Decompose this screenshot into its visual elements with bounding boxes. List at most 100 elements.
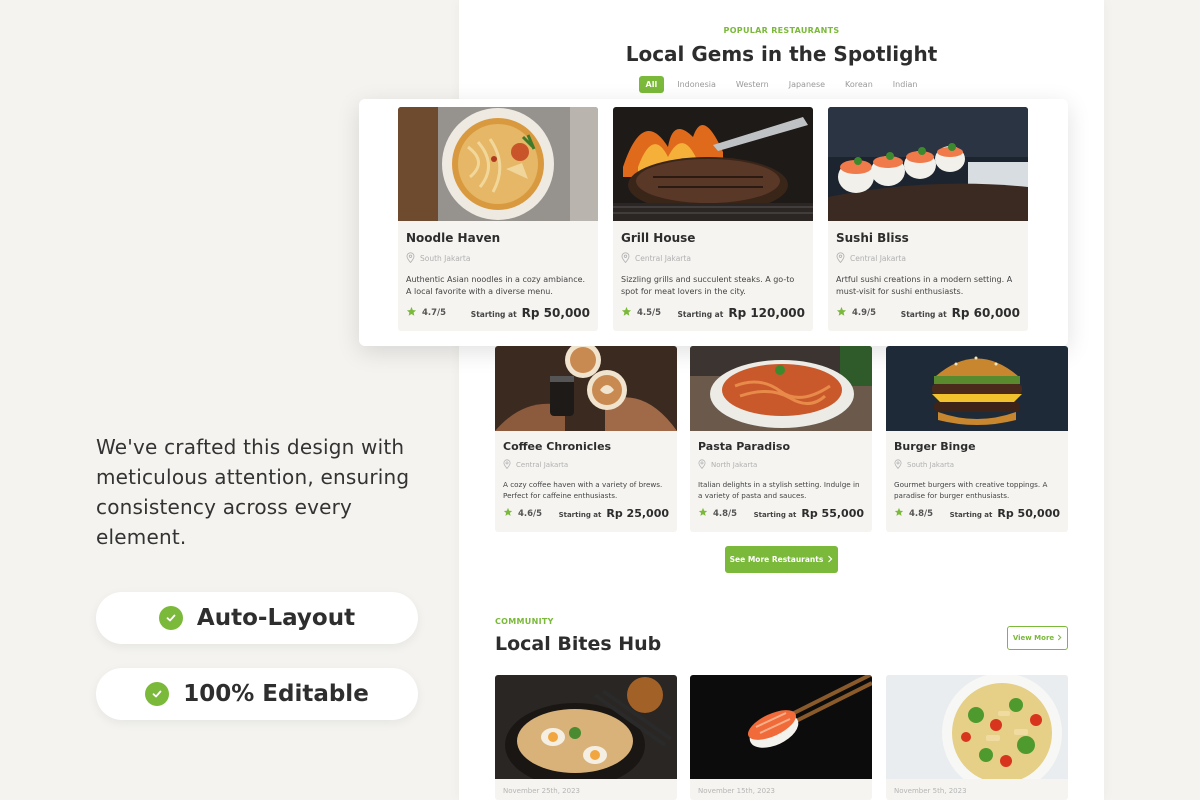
location-text: Central Jakarta [635, 254, 691, 263]
price-value: Rp 60,000 [951, 306, 1020, 320]
tab-all[interactable]: All [638, 76, 665, 93]
rating-value: 4.9/5 [852, 308, 877, 318]
restaurant-card-coffee-chronicles[interactable]: Coffee Chronicles Central Jakarta A cozy… [495, 346, 677, 532]
promo-text: We've crafted this design with meticulou… [96, 435, 410, 549]
map-pin-icon [698, 459, 706, 471]
location-text: South Jakarta [420, 254, 471, 263]
price-value: Rp 55,000 [801, 507, 864, 520]
community-post-card[interactable]: November 25th, 2023 [495, 675, 677, 800]
restaurant-description: Italian delights in a stylish setting. I… [698, 480, 860, 500]
rating: 4.8/5 [894, 507, 933, 520]
map-pin-icon [894, 459, 902, 471]
price-label: Starting at [677, 310, 724, 319]
star-icon [406, 306, 417, 320]
community-title: Local Bites Hub [495, 633, 662, 655]
rating: 4.6/5 [503, 507, 542, 520]
rating: 4.5/5 [621, 306, 661, 320]
restaurant-location: Central Jakarta [621, 252, 805, 265]
sushi-rolls-photo [828, 107, 1028, 221]
restaurant-description: Authentic Asian noodles in a cozy ambian… [406, 275, 586, 296]
location-text: North Jakarta [711, 461, 758, 469]
restaurant-card-sushi-bliss[interactable]: Sushi Bliss Central Jakarta Artful sushi… [828, 107, 1028, 331]
rating-value: 4.7/5 [422, 308, 447, 318]
section-title: Local Gems in the Spotlight [625, 42, 938, 66]
map-pin-icon [503, 459, 511, 471]
price-label: Starting at [900, 310, 947, 319]
map-pin-icon [621, 252, 630, 265]
chevron-right-icon [1057, 634, 1062, 643]
rating: 4.9/5 [836, 306, 876, 320]
badge-label: Auto-Layout [196, 605, 356, 631]
restaurant-card-grill-house[interactable]: Grill House Central Jakarta Sizzling gri… [613, 107, 813, 331]
post-date: November 15th, 2023 [698, 787, 775, 795]
restaurant-description: Gourmet burgers with creative toppings. … [894, 480, 1048, 500]
restaurant-description: A cozy coffee haven with a variety of br… [503, 480, 663, 500]
restaurant-location: South Jakarta [894, 459, 1060, 471]
burger-photo [886, 346, 1068, 431]
tab-indian[interactable]: Indian [886, 76, 925, 93]
star-icon [836, 306, 847, 320]
restaurant-description: Sizzling grills and succulent steaks. A … [621, 275, 795, 296]
button-label: View More [1012, 634, 1055, 642]
latte-art-photo [495, 346, 677, 431]
price-value: Rp 25,000 [606, 507, 669, 520]
ramen-bowl-photo [495, 675, 677, 779]
restaurant-name: Grill House [621, 231, 696, 245]
rating: 4.7/5 [406, 306, 446, 320]
restaurant-location: South Jakarta [406, 252, 590, 265]
community-post-card[interactable]: November 5th, 2023 [886, 675, 1068, 800]
rating: 4.8/5 [698, 507, 737, 520]
check-circle-icon [145, 682, 170, 706]
rating-value: 4.5/5 [637, 308, 662, 318]
restaurant-location: Central Jakarta [836, 252, 1020, 265]
price-label: Starting at [470, 310, 517, 319]
community-eyebrow: COMMUNITY [495, 617, 554, 626]
price-label: Starting at [558, 511, 602, 519]
rating-value: 4.8/5 [713, 508, 738, 519]
check-circle-icon [158, 606, 183, 630]
star-icon [894, 507, 904, 520]
star-icon [621, 306, 632, 320]
restaurant-location: North Jakarta [698, 459, 864, 471]
pasta-salad-photo [886, 675, 1068, 779]
rating-value: 4.6/5 [518, 508, 543, 519]
post-date: November 25th, 2023 [503, 787, 580, 795]
community-post-card[interactable]: November 15th, 2023 [690, 675, 872, 800]
restaurant-name: Coffee Chronicles [503, 440, 612, 453]
price-label: Starting at [753, 511, 797, 519]
grilled-steak-photo [613, 107, 813, 221]
price-value: Rp 50,000 [521, 306, 590, 320]
spaghetti-photo [690, 346, 872, 431]
location-text: Central Jakarta [516, 461, 569, 469]
category-tabs: All Indonesia Western Japanese Korean In… [459, 76, 1104, 93]
map-pin-icon [836, 252, 845, 265]
star-icon [698, 507, 708, 520]
location-text: Central Jakarta [850, 254, 906, 263]
price-label: Starting at [949, 511, 993, 519]
button-label: See More Restaurants [729, 555, 824, 564]
badge-label: 100% Editable [183, 681, 369, 707]
restaurant-card-pasta-paradiso[interactable]: Pasta Paradiso North Jakarta Italian del… [690, 346, 872, 532]
noodle-soup-photo [398, 107, 598, 221]
restaurant-card-burger-binge[interactable]: Burger Binge South Jakarta Gourmet burge… [886, 346, 1068, 532]
section-eyebrow: POPULAR RESTAURANTS [723, 26, 840, 35]
restaurant-name: Sushi Bliss [836, 231, 909, 245]
star-icon [503, 507, 513, 520]
feature-badge-auto-layout: Auto-Layout [96, 592, 418, 644]
tab-western[interactable]: Western [729, 76, 776, 93]
post-date: November 5th, 2023 [894, 787, 967, 795]
tab-korean[interactable]: Korean [838, 76, 880, 93]
restaurant-description: Artful sushi creations in a modern setti… [836, 275, 1013, 296]
tab-indonesia[interactable]: Indonesia [670, 76, 723, 93]
view-more-button[interactable]: View More [1007, 626, 1068, 650]
restaurant-location: Central Jakarta [503, 459, 669, 471]
restaurant-card-noodle-haven[interactable]: Noodle Haven South Jakarta Authentic Asi… [398, 107, 598, 331]
restaurant-name: Pasta Paradiso [698, 440, 791, 453]
restaurant-name: Noodle Haven [406, 231, 501, 245]
rating-value: 4.8/5 [909, 508, 934, 519]
location-text: South Jakarta [907, 461, 955, 469]
feature-badge-editable: 100% Editable [96, 668, 418, 720]
see-more-restaurants-button[interactable]: See More Restaurants [725, 546, 838, 573]
tab-japanese[interactable]: Japanese [782, 76, 832, 93]
price-value: Rp 120,000 [728, 306, 805, 320]
